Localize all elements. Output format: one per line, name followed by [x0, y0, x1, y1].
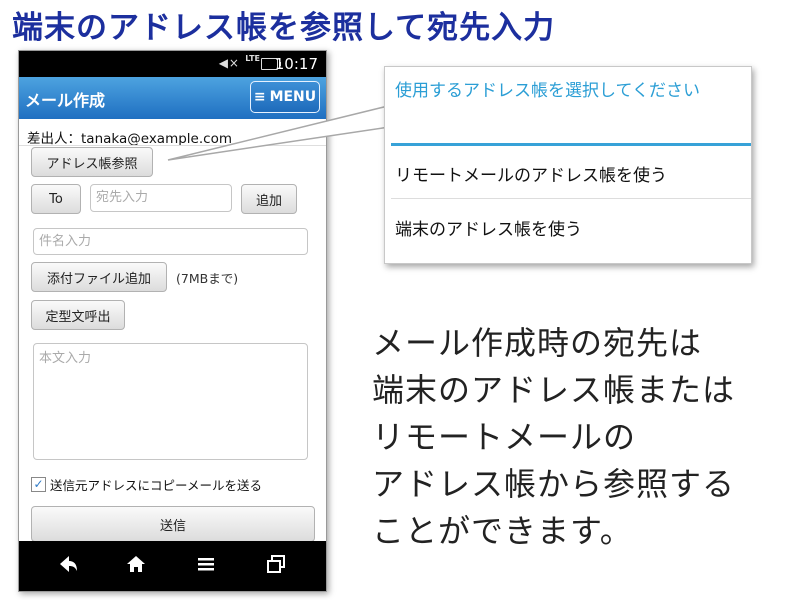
mute-icon: ◀× — [218, 56, 240, 70]
copy-mail-label: 送信元アドレスにコピーメールを送る — [50, 478, 263, 493]
description: メール作成時の宛先は 端末のアドレス帳または リモートメールの アドレス帳から参… — [372, 320, 792, 555]
menu-button-label: MENU — [269, 89, 317, 105]
phone-screen: ◀× LTE 10:17 メール作成 ≡ MENU 差出人：tanaka@exa… — [18, 50, 327, 592]
lte-signal-icon: LTE — [245, 54, 260, 63]
menu-icon[interactable] — [191, 553, 221, 579]
status-bar: ◀× LTE 10:17 — [19, 51, 326, 77]
clock: 10:17 — [274, 55, 318, 73]
recipient-input[interactable]: 宛先入力 — [90, 184, 232, 212]
home-icon[interactable] — [121, 553, 151, 579]
attach-size-note: (7MBまで) — [176, 271, 239, 286]
option-device-address-book[interactable]: 端末のアドレス帳を使う — [395, 215, 582, 240]
option-separator — [391, 198, 751, 199]
dialog-title: 使用するアドレス帳を選択してください — [395, 81, 700, 101]
screen-title: メール作成 — [25, 91, 106, 110]
description-line: リモートメールの — [372, 418, 637, 456]
divider — [19, 145, 326, 146]
description-line: アドレス帳から参照する — [372, 465, 736, 503]
description-line: ことができます。 — [372, 512, 633, 550]
subject-input[interactable]: 件名入力 — [33, 228, 308, 255]
recent-apps-icon[interactable] — [261, 553, 291, 579]
to-button[interactable]: To — [31, 184, 81, 214]
address-book-dialog: 使用するアドレス帳を選択してください リモートメールのアドレス帳を使う 端末のア… — [384, 66, 752, 264]
sender-line: 差出人：tanaka@example.com — [27, 131, 232, 147]
copy-mail-checkbox[interactable]: ✓ — [31, 477, 46, 492]
description-line: メール作成時の宛先は — [372, 324, 703, 362]
add-recipient-button[interactable]: 追加 — [241, 184, 297, 214]
dialog-title-underline — [391, 143, 751, 146]
hamburger-icon: ≡ — [253, 89, 266, 105]
page-headline: 端末のアドレス帳を参照して宛先入力 — [12, 10, 556, 46]
menu-button[interactable]: ≡ MENU — [250, 81, 320, 113]
option-remote-address-book[interactable]: リモートメールのアドレス帳を使う — [395, 161, 667, 186]
template-button[interactable]: 定型文呼出 — [31, 300, 125, 330]
address-book-button[interactable]: アドレス帳参照 — [31, 147, 153, 177]
body-textarea[interactable]: 本文入力 — [33, 343, 308, 460]
attach-file-button[interactable]: 添付ファイル追加 — [31, 262, 167, 292]
description-line: 端末のアドレス帳または — [372, 371, 736, 409]
back-icon[interactable] — [53, 553, 83, 579]
app-bar: メール作成 ≡ MENU — [19, 77, 326, 119]
send-button[interactable]: 送信 — [31, 506, 315, 542]
navigation-bar — [19, 541, 326, 591]
